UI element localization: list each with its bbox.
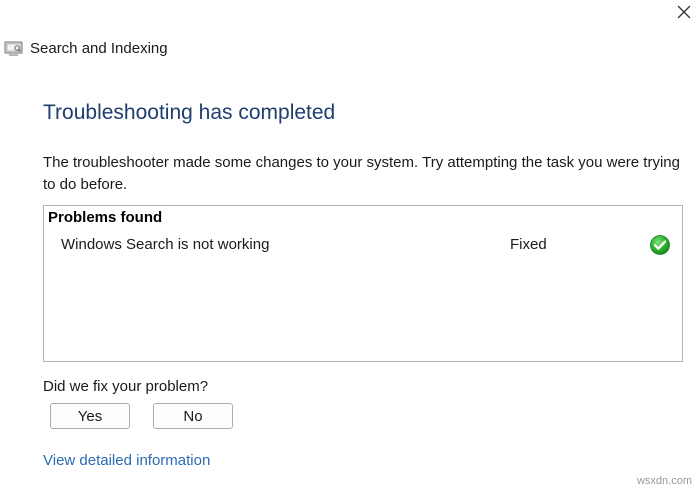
search-indexing-icon bbox=[4, 40, 24, 57]
feedback-question: Did we fix your problem? bbox=[43, 378, 209, 395]
check-icon bbox=[649, 234, 671, 256]
close-icon bbox=[677, 5, 691, 19]
yes-button[interactable]: Yes bbox=[50, 403, 130, 429]
close-button[interactable] bbox=[674, 2, 694, 22]
page-title: Troubleshooting has completed bbox=[43, 101, 336, 124]
problem-name: Windows Search is not working bbox=[61, 236, 270, 253]
view-detailed-information-link[interactable]: View detailed information bbox=[43, 452, 210, 469]
no-button[interactable]: No bbox=[153, 403, 233, 429]
title-bar: Search and Indexing bbox=[4, 40, 168, 57]
problem-status: Fixed bbox=[510, 236, 547, 253]
problem-row: Windows Search is not working Fixed bbox=[44, 234, 682, 258]
problems-found-panel: Problems found Windows Search is not wor… bbox=[43, 205, 683, 362]
result-description: The troubleshooter made some changes to … bbox=[43, 154, 680, 193]
problems-found-header: Problems found bbox=[48, 209, 163, 226]
watermark: wsxdn.com bbox=[636, 475, 692, 487]
window-title: Search and Indexing bbox=[30, 40, 168, 57]
